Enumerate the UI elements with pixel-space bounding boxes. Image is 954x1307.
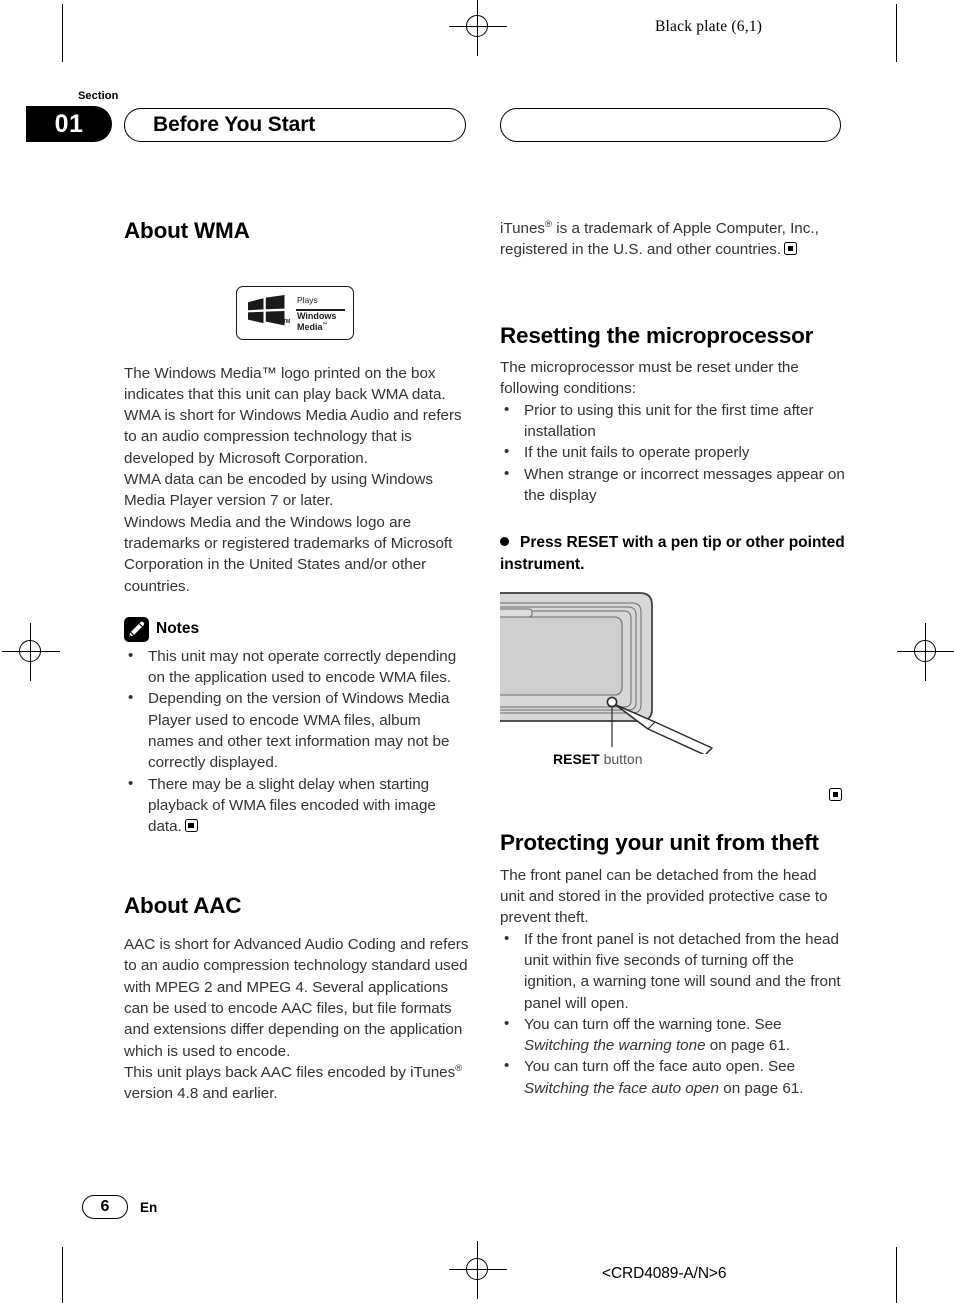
registration-mark-left xyxy=(2,623,60,681)
bullet-post-text: on page 61. xyxy=(719,1079,804,1097)
reset-conditions-list: Prior to using this unit for the first t… xyxy=(500,399,845,507)
wma-paragraph-2: WMA is short for Windows Media Audio and… xyxy=(124,407,462,467)
wma-paragraph-3: WMA data can be encoded by using Windows… xyxy=(124,471,433,510)
list-item: Prior to using this unit for the first t… xyxy=(500,399,845,443)
aac-paragraph-1: AAC is short for Advanced Audio Coding a… xyxy=(124,936,469,1060)
windows-flag-icon xyxy=(248,295,285,326)
heading-about-aac: About AAC xyxy=(124,893,242,919)
filled-bullet-icon xyxy=(500,537,509,547)
registration-mark-bottom xyxy=(449,1241,507,1299)
language-code: En xyxy=(140,1200,158,1215)
wma-paragraph-4: Windows Media and the Windows logo are t… xyxy=(124,513,453,595)
section-label: Section xyxy=(78,90,119,102)
reset-instruction: Press RESET with a pen tip or other poin… xyxy=(500,532,845,575)
registration-mark-right xyxy=(897,623,954,681)
windows-media-logo: TM Plays Windows Media™ xyxy=(236,286,354,340)
notes-label: Notes xyxy=(156,620,200,638)
theft-bullets-list: If the front panel is not detached from … xyxy=(500,928,845,1099)
logo-line1: Windows xyxy=(297,311,337,321)
crop-line-bottom-left xyxy=(62,1247,63,1303)
list-item: If the front panel is not detached from … xyxy=(500,928,845,1014)
bullet-italic-reference: Switching the warning tone xyxy=(524,1037,706,1055)
black-plate-marker: Black plate (6,1) xyxy=(655,18,763,35)
reset-button-figure: RESET button xyxy=(500,589,845,774)
chapter-title-pill: Before You Start xyxy=(124,108,466,142)
logo-line2: Media xyxy=(297,321,323,332)
crop-line-top-left xyxy=(62,4,63,62)
reset-intro: The microprocessor must be reset under t… xyxy=(500,359,799,398)
manual-page: Black plate (6,1) Section 01 Before You … xyxy=(0,0,954,1307)
end-of-topic-marker-reset xyxy=(829,788,842,801)
right-column: iTunes® is a trademark of Apple Computer… xyxy=(500,218,845,1099)
notes-heading: Notes xyxy=(124,616,469,642)
reset-button-caption: RESET button xyxy=(553,751,643,767)
itunes-trademark-paragraph: iTunes® is a trademark of Apple Computer… xyxy=(500,218,819,259)
theft-intro: The front panel can be detached from the… xyxy=(500,866,828,927)
wma-notes-list: This unit may not operate correctly depe… xyxy=(124,645,469,838)
list-item: If the unit fails to operate properly xyxy=(500,441,845,463)
section-number-badge: 01 xyxy=(26,106,112,142)
list-item: You can turn off the face auto open. See… xyxy=(500,1055,845,1099)
bullet-post-text: on page 61. xyxy=(705,1037,790,1055)
logo-windows-media-label: Windows Media™ xyxy=(297,311,337,332)
page-number: 6 xyxy=(82,1195,128,1219)
list-item: You can turn off the warning tone. See S… xyxy=(500,1013,845,1057)
wma-paragraph-1: The Windows Media™ logo printed on the b… xyxy=(124,364,446,403)
heading-about-wma: About WMA xyxy=(124,218,250,243)
heading-protecting-unit: Protecting your unit from theft xyxy=(500,830,819,856)
registration-mark-top xyxy=(449,0,507,56)
crop-line-top-right xyxy=(896,4,897,62)
end-of-topic-marker xyxy=(184,819,198,833)
chapter-title-pill-empty xyxy=(500,108,841,142)
reset-caption-bold: RESET xyxy=(553,751,600,768)
list-item: This unit may not operate correctly depe… xyxy=(124,645,469,689)
crop-line-bottom-right xyxy=(896,1247,897,1303)
left-column: About WMA The Windows Media™ logo printe… xyxy=(124,218,469,1104)
pencil-icon xyxy=(124,616,149,642)
chapter-title: Before You Start xyxy=(153,113,316,136)
logo-plays-label: Plays xyxy=(297,295,318,305)
list-item: When strange or incorrect messages appea… xyxy=(500,463,845,507)
head-unit-illustration xyxy=(500,592,713,755)
heading-resetting-microprocessor: Resetting the microprocessor xyxy=(500,322,814,348)
list-item: There may be a slight delay when startin… xyxy=(124,773,469,838)
end-of-topic-marker xyxy=(784,242,798,256)
part-number-marker: <CRD4089-A/N>6 xyxy=(602,1265,727,1282)
bullet-pre-text: You can turn off the warning tone. See xyxy=(524,1015,782,1033)
bullet-pre-text: You can turn off the face auto open. See xyxy=(524,1058,796,1076)
reset-instruction-text: Press RESET with a pen tip or other poin… xyxy=(500,534,845,573)
reset-caption-rest: button xyxy=(599,751,643,768)
aac-paragraph-2: This unit plays back AAC files encoded b… xyxy=(124,1062,463,1103)
bullet-italic-reference: Switching the face auto open xyxy=(524,1079,720,1097)
list-item: Depending on the version of Windows Medi… xyxy=(124,687,469,773)
windows-flag-tm: TM xyxy=(283,319,291,325)
